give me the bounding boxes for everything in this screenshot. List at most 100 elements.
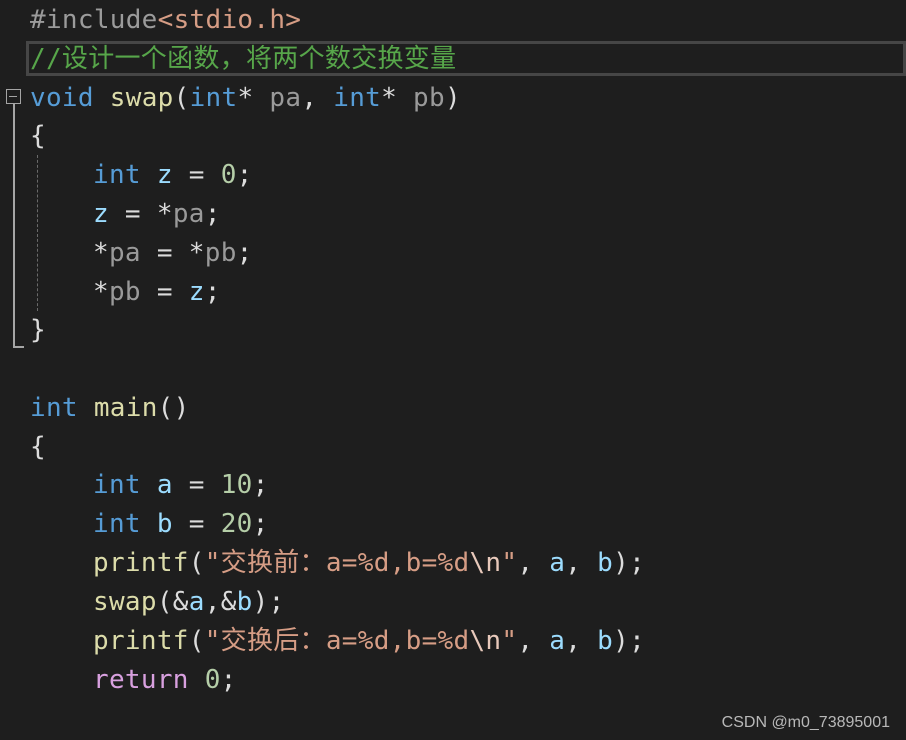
code-line-17[interactable]: return 0;: [30, 661, 237, 700]
variable: a: [156, 470, 173, 500]
separator: ,: [517, 548, 550, 578]
type-keyword: int: [93, 160, 141, 190]
return-type: int: [30, 393, 78, 423]
open-brace: {: [30, 121, 46, 151]
code-line-2[interactable]: //设计一个函数，将两个数交换变量: [30, 40, 456, 79]
separator: ,: [517, 626, 550, 656]
semicolon: ;: [204, 277, 221, 307]
code-line-1[interactable]: #include<stdio.h>: [30, 1, 301, 40]
open-brace: {: [30, 432, 46, 462]
close-paren: );: [613, 548, 646, 578]
separator: ,: [565, 626, 598, 656]
function-name: swap: [93, 587, 157, 617]
open-paren: (: [188, 626, 205, 656]
escape-sequence: \n: [469, 548, 502, 578]
code-line-11[interactable]: {: [30, 428, 46, 467]
code-line-15[interactable]: swap(&a,&b);: [30, 583, 285, 622]
number-literal: 0: [204, 665, 221, 695]
semicolon: ;: [236, 160, 253, 190]
code-line-6[interactable]: z = *pa;: [30, 195, 221, 234]
code-editor[interactable]: #include<stdio.h> //设计一个函数，将两个数交换变量 void…: [0, 0, 906, 740]
variable: b: [236, 587, 253, 617]
number-literal: 0: [220, 160, 237, 190]
pointer-star: *: [237, 83, 270, 113]
assign-op: =: [172, 509, 221, 539]
return-type: void: [30, 83, 94, 113]
variable: a: [549, 548, 566, 578]
open-paren: (: [156, 587, 173, 617]
type-keyword: int: [93, 470, 141, 500]
type-keyword: int: [93, 509, 141, 539]
function-name: printf: [93, 548, 189, 578]
semicolon: ;: [252, 470, 269, 500]
comma: ,: [204, 587, 221, 617]
variable: a: [188, 587, 205, 617]
assign-op: =: [140, 277, 189, 307]
string-quote: ": [501, 626, 518, 656]
param-name: pb: [413, 83, 445, 113]
pointer-star: *: [381, 83, 414, 113]
close-brace: }: [30, 315, 46, 345]
string-literal: "交换后：a=%d,b=%d: [204, 626, 470, 656]
param-name: pb: [108, 277, 141, 307]
function-name: swap: [109, 83, 174, 113]
code-line-13[interactable]: int b = 20;: [30, 505, 269, 544]
close-paren: );: [613, 626, 646, 656]
variable: z: [93, 199, 109, 229]
address-of: &: [220, 587, 237, 617]
number-literal: 10: [220, 470, 253, 500]
semicolon: ;: [204, 199, 221, 229]
assign-op: =: [140, 238, 189, 268]
param-type: int: [333, 83, 382, 113]
code-line-12[interactable]: int a = 10;: [30, 466, 269, 505]
assign-op: =: [172, 470, 221, 500]
param-name: pa: [172, 199, 205, 229]
variable: b: [156, 509, 173, 539]
return-keyword: return: [93, 665, 189, 695]
preprocessor-directive: #include: [30, 5, 158, 35]
deref-star: *: [188, 238, 205, 268]
code-line-16[interactable]: printf("交换后：a=%d,b=%d\n", a, b);: [30, 622, 645, 661]
string-quote: ": [501, 548, 518, 578]
function-name: printf: [93, 626, 189, 656]
variable: b: [597, 626, 614, 656]
string-literal: "交换前：a=%d,b=%d: [204, 548, 470, 578]
code-line-7[interactable]: *pa = *pb;: [30, 234, 253, 273]
code-line-9[interactable]: }: [30, 311, 46, 350]
parens: (): [157, 393, 190, 423]
fold-region-line: [13, 104, 15, 347]
variable: z: [188, 277, 205, 307]
param-type: int: [189, 83, 238, 113]
semicolon: ;: [220, 665, 237, 695]
function-name: main: [93, 393, 158, 423]
variable: z: [156, 160, 173, 190]
address-of: &: [172, 587, 189, 617]
watermark: CSDN @m0_73895001: [721, 714, 890, 731]
separator: ,: [565, 548, 598, 578]
close-paren: ): [444, 83, 461, 113]
include-path: <stdio.h>: [157, 5, 302, 35]
open-paren: (: [173, 83, 190, 113]
param-name: pa: [269, 83, 302, 113]
variable: a: [549, 626, 566, 656]
code-line-10[interactable]: int main(): [30, 389, 190, 428]
param-name: pb: [204, 238, 237, 268]
code-line-4[interactable]: {: [30, 117, 46, 156]
semicolon: ;: [252, 509, 269, 539]
close-paren: );: [252, 587, 285, 617]
assign-op: =: [108, 199, 157, 229]
separator: ,: [301, 83, 334, 113]
code-line-5[interactable]: int z = 0;: [30, 156, 253, 195]
collapse-minus-icon[interactable]: [6, 89, 21, 104]
code-line-8[interactable]: *pb = z;: [30, 273, 221, 312]
code-line-3[interactable]: void swap(int* pa, int* pb): [30, 79, 461, 118]
open-paren: (: [188, 548, 205, 578]
param-name: pa: [108, 238, 141, 268]
number-literal: 20: [220, 509, 253, 539]
assign-op: =: [172, 160, 221, 190]
deref-star: *: [156, 199, 173, 229]
code-line-14[interactable]: printf("交换前：a=%d,b=%d\n", a, b);: [30, 544, 645, 583]
comment: //设计一个函数，将两个数交换变量: [30, 44, 457, 74]
variable: b: [597, 548, 614, 578]
